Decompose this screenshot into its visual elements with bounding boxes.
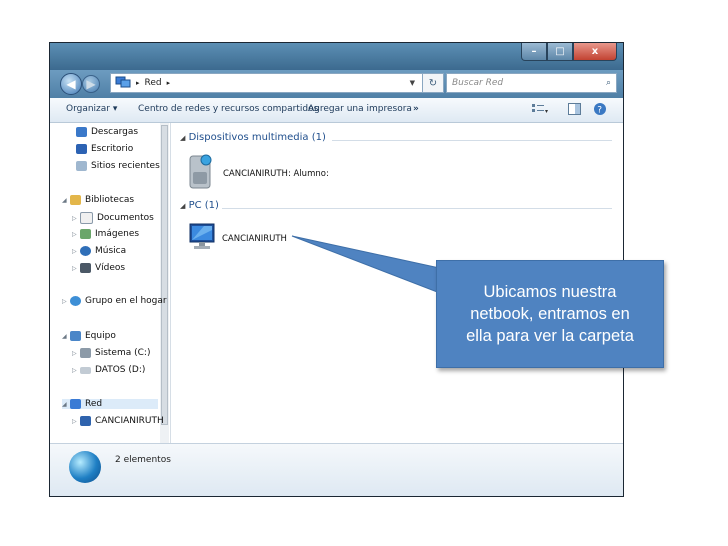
callout-box: Ubicamos nuestra netbook, entramos en el… <box>436 260 664 368</box>
callout-line: netbook, entramos en <box>470 305 630 323</box>
callout-line: ella para ver la carpeta <box>466 327 634 345</box>
callout-line: Ubicamos nuestra <box>483 283 617 301</box>
